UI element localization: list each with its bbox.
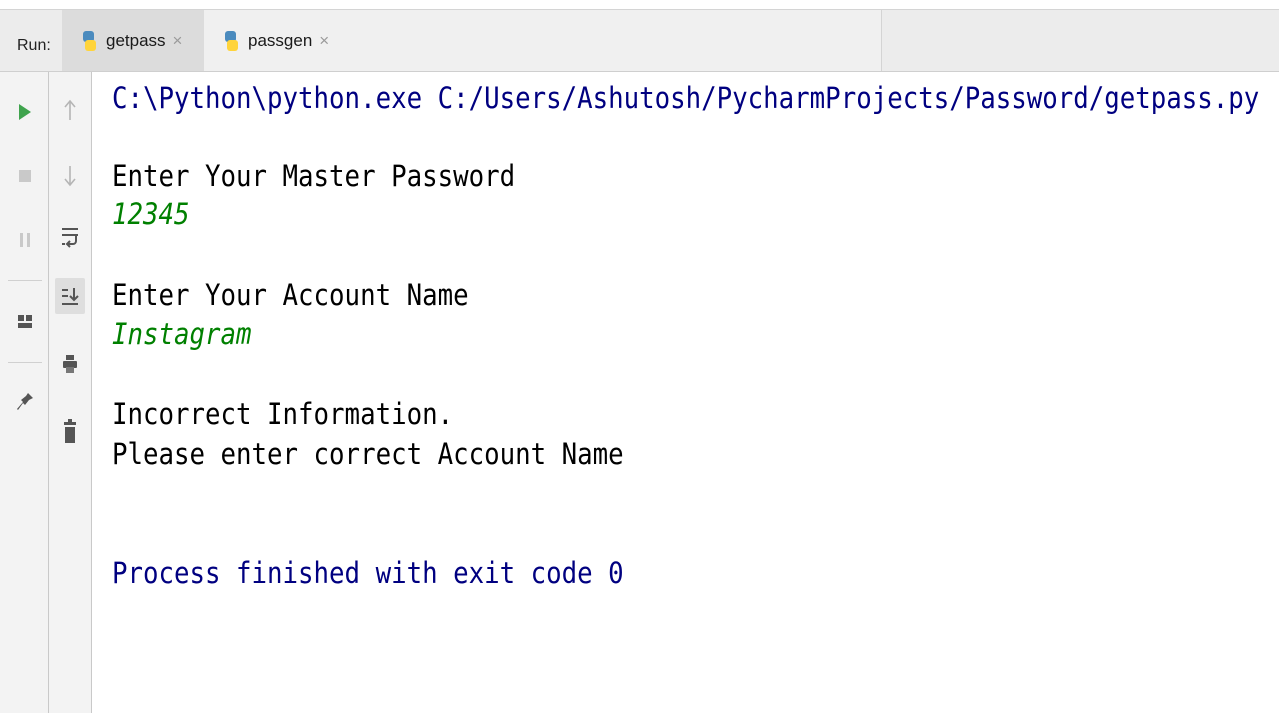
layout-icon[interactable]: [14, 310, 36, 334]
pause-icon[interactable]: [14, 228, 36, 252]
trash-icon[interactable]: [59, 414, 81, 448]
tab-getpass-label: getpass: [106, 30, 166, 50]
close-icon[interactable]: ×: [319, 31, 329, 51]
tab-getpass[interactable]: getpass ×: [62, 10, 204, 71]
tab-passgen-label: passgen: [248, 30, 313, 50]
pin-icon[interactable]: [14, 390, 36, 414]
run-tab-bar: Run: getpass × passgen ×: [0, 10, 1279, 72]
input-master-password: 12345: [112, 197, 190, 231]
python-icon: [80, 30, 98, 52]
run-label: Run:: [17, 37, 51, 54]
stop-icon[interactable]: [14, 164, 36, 188]
run-toolbar-right: [49, 72, 92, 713]
soft-wrap-icon[interactable]: [57, 222, 83, 252]
error-message: Incorrect Information.: [112, 397, 454, 431]
close-icon[interactable]: ×: [173, 31, 183, 51]
input-account-name: Instagram: [112, 317, 252, 351]
console-output: C:\Python\python.exe C:/Users/Ashutosh/P…: [112, 80, 1259, 590]
tab-bar-empty: [441, 10, 882, 71]
command-line: C:\Python\python.exe C:/Users/Ashutosh/P…: [112, 81, 1260, 115]
toolbar-separator: [8, 280, 42, 281]
process-finished: Process finished with exit code 0: [112, 556, 624, 590]
prompt-account-name: Enter Your Account Name: [112, 278, 469, 312]
print-icon[interactable]: [59, 350, 81, 378]
rerun-icon[interactable]: [14, 100, 36, 124]
python-icon: [222, 30, 240, 52]
prompt-master-password: Enter Your Master Password: [112, 159, 516, 193]
toolbar-separator: [8, 362, 42, 363]
up-arrow-icon[interactable]: [59, 96, 81, 124]
tab-passgen[interactable]: passgen ×: [204, 10, 441, 71]
error-message-detail: Please enter correct Account Name: [112, 437, 624, 471]
scroll-to-end-icon[interactable]: [55, 278, 85, 314]
run-toolbar-left: [0, 72, 49, 713]
down-arrow-icon[interactable]: [59, 162, 81, 190]
